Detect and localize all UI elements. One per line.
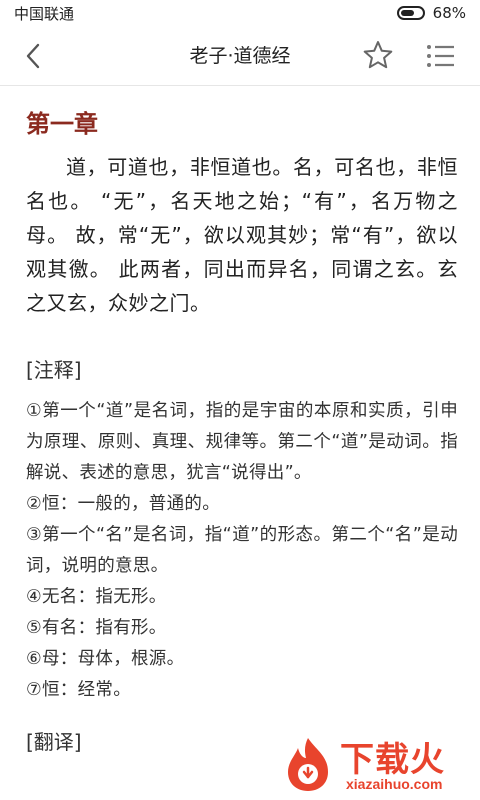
- page-title: 老子·道德经: [189, 45, 291, 67]
- note-item: ①第一个“道”是名词，指的是宇宙的本原和实质，引申为原理、原则、真理、规律等。第…: [26, 401, 458, 483]
- chapter-title: 第一章: [26, 110, 98, 138]
- favorite-button[interactable]: [362, 39, 394, 71]
- watermark-brand: 下载火: [340, 740, 445, 780]
- reading-content[interactable]: 第一章 道，可道也，非恒道也。名，可名也，非恒名也。 “无”，名天地之始；“有”…: [26, 104, 458, 762]
- notes-heading: [注释]: [26, 358, 82, 382]
- note-item: ⑥母：母体，根源。: [26, 649, 185, 669]
- chevron-left-icon: [26, 43, 40, 69]
- list-icon: [427, 45, 454, 67]
- watermark: 下载火 xiazaihuo.com: [270, 730, 480, 800]
- back-button[interactable]: [18, 40, 50, 72]
- battery-percent: 68%: [432, 4, 466, 22]
- battery-icon: [396, 6, 425, 20]
- star-outline-icon: [363, 41, 393, 69]
- note-item: ④无名：指无形。: [26, 587, 167, 607]
- note-item: ②恒：一般的，普通的。: [26, 494, 220, 514]
- status-bar: 中国联通 68%: [0, 0, 480, 26]
- nav-bar: 老子·道德经: [0, 26, 480, 86]
- flame-logo-icon: [288, 738, 328, 791]
- battery-fill: [400, 10, 415, 16]
- carrier-name: 中国联通: [14, 4, 75, 23]
- chapter-text: 道，可道也，非恒道也。名，可名也，非恒名也。 “无”，名天地之始；“有”，名万物…: [26, 155, 458, 315]
- note-item: ⑤有名：指有形。: [26, 618, 167, 638]
- note-item: ③第一个“名”是名词，指“道”的形态。第二个“名”是动词，说明的意思。: [26, 525, 458, 576]
- note-item: ⑦恒：经常。: [26, 680, 131, 700]
- status-right: 68%: [396, 4, 466, 22]
- watermark-url: xiazaihuo.com: [346, 776, 443, 792]
- notes-list: ①第一个“道”是名词，指的是宇宙的本原和实质，引申为原理、原则、真理、规律等。第…: [26, 396, 458, 706]
- catalog-menu-button[interactable]: [424, 40, 456, 72]
